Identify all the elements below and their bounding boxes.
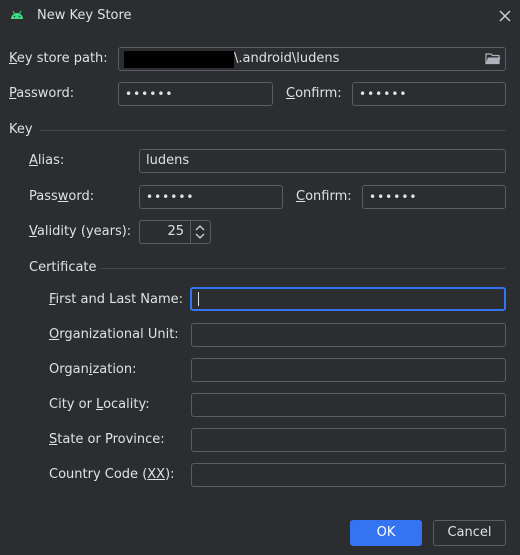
label-text: tate or Province:	[57, 432, 165, 447]
label-text: Country Code (	[49, 467, 148, 482]
certificate-section-divider	[100, 268, 506, 269]
window-title: New Key Store	[37, 8, 132, 23]
label-text: onfirm:	[305, 189, 352, 204]
organization-input[interactable]	[191, 358, 506, 382]
keystore-path-input[interactable]: \.android\ludens	[118, 47, 506, 71]
organizational-unit-input[interactable]	[191, 323, 506, 347]
mnemonic: V	[29, 224, 37, 239]
key-password-label: Password:	[29, 189, 94, 205]
key-confirm-label: Confirm:	[296, 189, 352, 205]
cancel-button[interactable]: Cancel	[433, 520, 506, 546]
mnemonic: XX	[147, 467, 166, 482]
state-province-input[interactable]	[191, 428, 506, 452]
mnemonic: C	[296, 189, 306, 204]
country-code-label: Country Code (XX):	[49, 467, 175, 483]
validity-label: Validity (years):	[29, 224, 131, 240]
mnemonic: K	[9, 51, 17, 66]
key-password-input[interactable]: ••••••	[139, 185, 283, 209]
organization-label: Organization:	[49, 362, 137, 378]
certificate-section-title: Certificate	[29, 260, 97, 275]
ok-button[interactable]: OK	[350, 520, 422, 546]
label-text: assword:	[16, 86, 75, 101]
close-button[interactable]	[494, 6, 516, 26]
text-caret	[198, 292, 199, 306]
keystore-password-label: Password:	[9, 86, 74, 102]
keystore-path-label: Key store path:	[9, 51, 108, 67]
label-text: irst and Last Name:	[55, 292, 184, 307]
folder-icon[interactable]	[485, 52, 501, 65]
state-province-label: State or Province:	[49, 432, 165, 448]
label-text: zation:	[92, 362, 137, 377]
android-icon	[11, 10, 23, 19]
label-text: alidity (years):	[36, 224, 132, 239]
label-text: Organ	[49, 362, 89, 377]
key-confirm-input[interactable]: ••••••	[362, 185, 506, 209]
key-section-divider	[39, 130, 506, 131]
organizational-unit-label: Organizational Unit:	[49, 327, 179, 343]
alias-input[interactable]: ludens	[139, 149, 506, 173]
alias-label: Alias:	[29, 153, 64, 169]
mnemonic: w	[57, 189, 69, 204]
validity-value: 25	[167, 224, 184, 239]
spinner-arrows-icon[interactable]	[190, 221, 209, 243]
mnemonic: O	[49, 327, 60, 342]
label-text: ey store path:	[16, 51, 108, 66]
keystore-password-input[interactable]: ••••••	[118, 82, 273, 106]
label-text: ord:	[68, 189, 95, 204]
label-text: onfirm:	[295, 86, 342, 101]
city-locality-input[interactable]	[191, 393, 506, 417]
mnemonic: C	[286, 86, 296, 101]
label-text: City or	[49, 397, 97, 412]
label-text: Pass	[29, 189, 58, 204]
label-text: ocality:	[103, 397, 150, 412]
city-locality-label: City or Locality:	[49, 397, 150, 413]
label-text: rganizational Unit:	[59, 327, 179, 342]
close-icon	[499, 10, 511, 22]
first-last-name-label: First and Last Name:	[49, 292, 183, 308]
keystore-confirm-input[interactable]: ••••••	[352, 82, 506, 106]
label-text: lias:	[37, 153, 65, 168]
mnemonic: L	[96, 397, 104, 412]
key-section-title: Key	[9, 122, 33, 137]
mnemonic: A	[29, 153, 38, 168]
label-text: ):	[165, 467, 175, 482]
keystore-confirm-label: Confirm:	[286, 86, 342, 102]
keystore-path-value: \.android\ludens	[234, 51, 340, 66]
country-code-input[interactable]	[191, 463, 506, 487]
redacted-path	[124, 51, 234, 68]
validity-spinner[interactable]: 25	[139, 220, 211, 244]
first-last-name-input[interactable]	[190, 287, 506, 311]
